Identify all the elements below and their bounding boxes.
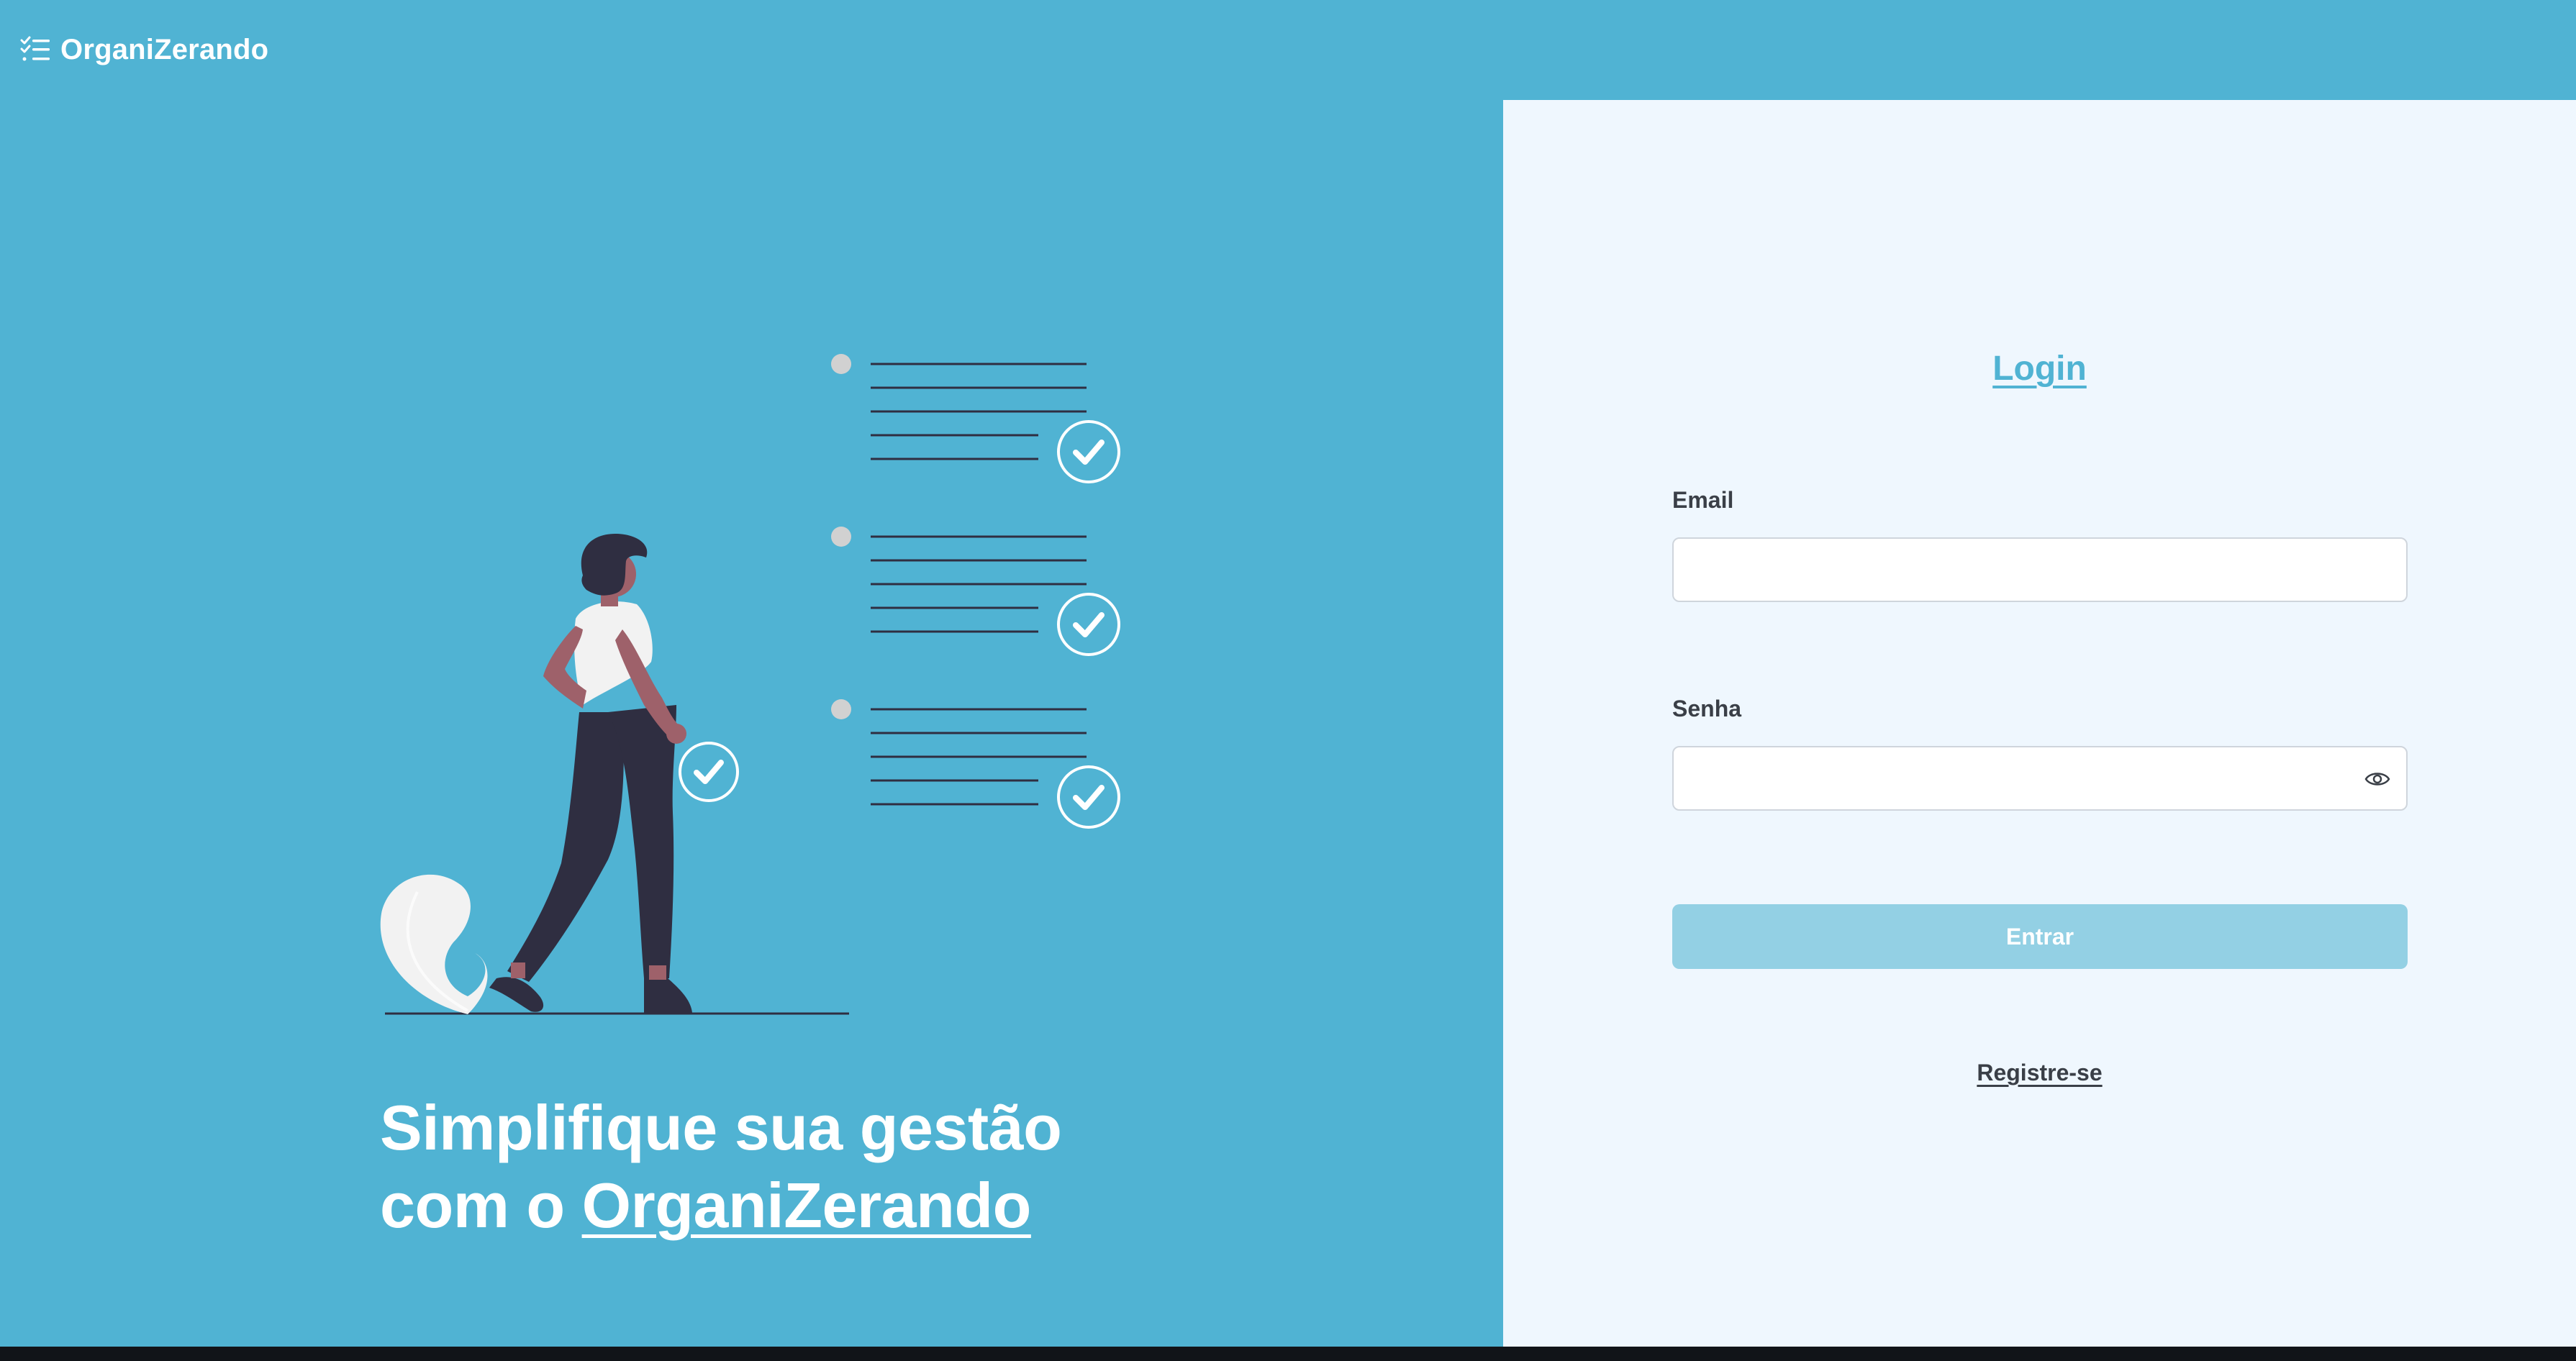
eye-icon[interactable] [2364,768,2390,791]
password-label: Senha [1672,696,1742,722]
email-field-wrapper [1672,537,2408,602]
page: OrganiZerando Simplifique sua gestão com… [0,0,2576,1361]
password-field[interactable] [1674,747,2406,809]
checklist-block-1 [831,354,1120,483]
app-name: OrganiZerando [60,33,269,65]
headline-brand: OrganiZerando [581,1170,1032,1241]
email-field[interactable] [1674,539,2406,601]
register-link[interactable]: Registre-se [1503,1060,2576,1086]
person-checklist-illustration [380,354,1120,1015]
hero-headline: Simplifique sua gestão com o OrganiZeran… [380,1089,1062,1244]
headline-line-1: Simplifique sua gestão [380,1092,1062,1163]
login-panel: Login Email Senha Entrar Registre-se [1503,100,2576,1347]
checklist-block-3 [831,699,1120,829]
person [489,534,739,1013]
checklist-block-2 [831,527,1120,656]
headline-line-2: com o OrganiZerando [380,1167,1061,1244]
bottom-strip [0,1347,2576,1361]
checklist-icon [20,36,50,61]
email-label: Email [1672,487,1734,513]
headline-prefix: com o [380,1170,582,1241]
brand[interactable]: OrganiZerando [20,30,268,69]
plant [380,874,488,1014]
login-title[interactable]: Login [1503,349,2576,388]
submit-button[interactable]: Entrar [1672,904,2408,969]
password-field-wrapper [1672,746,2408,811]
